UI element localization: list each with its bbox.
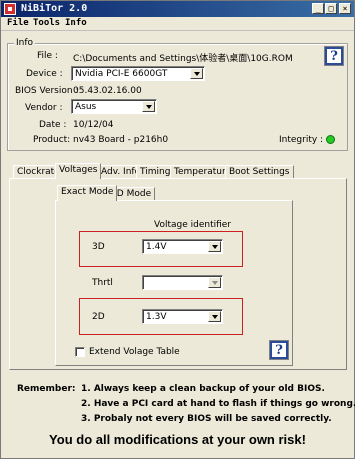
- chevron-down-icon[interactable]: [208, 241, 221, 252]
- voltage-3d-value: 1.4V: [146, 242, 167, 252]
- vendor-label: Vendor :: [25, 103, 63, 113]
- extend-voltage-table-label[interactable]: Extend Volage Table: [89, 347, 180, 357]
- device-select[interactable]: Nvidia PCI-E 6600GT: [71, 66, 205, 81]
- bios-version-value: 05.43.02.16.00: [73, 86, 142, 96]
- maximize-button[interactable]: □: [325, 3, 337, 14]
- voltage-2d-label: 2D: [92, 312, 105, 322]
- menu-info[interactable]: Info: [65, 18, 87, 28]
- voltage-help-button[interactable]: ?: [270, 341, 288, 359]
- voltage-2d-select[interactable]: 1.3V: [142, 309, 223, 324]
- close-button[interactable]: ×: [339, 3, 351, 14]
- date-value: 10/12/04: [73, 120, 114, 130]
- window-title: NiBiTor 2.0: [21, 3, 88, 14]
- subtab-exact-mode[interactable]: Exact Mode: [57, 185, 118, 201]
- tip-2: 2. Have a PCI card at hand to flash if t…: [81, 399, 355, 409]
- app-window: NiBiTor 2.0 _ □ × File Tools Info Info F…: [0, 0, 355, 459]
- menu-tools[interactable]: Tools: [33, 18, 60, 28]
- footer: Remember: 1. Always keep a clean backup …: [1, 372, 355, 458]
- tip-3: 3. Probaly not every BIOS will be saved …: [81, 414, 332, 424]
- risk-warning: You do all modifications at your own ris…: [49, 432, 306, 447]
- vendor-select[interactable]: Asus: [71, 99, 157, 114]
- chevron-down-icon[interactable]: [142, 101, 155, 112]
- device-value: Nvidia PCI-E 6600GT: [75, 69, 168, 79]
- info-legend: Info: [14, 38, 36, 48]
- extend-voltage-table-checkbox[interactable]: [75, 347, 85, 357]
- tip-1: 1. Always keep a clean backup of your ol…: [81, 384, 325, 394]
- product-value: nv43 Board - p216h0: [73, 135, 169, 145]
- voltage-thrtl-label: Thrtl: [92, 278, 113, 288]
- product-label: Product:: [33, 135, 71, 145]
- info-help-button[interactable]: ?: [325, 47, 343, 65]
- vendor-value: Asus: [75, 102, 97, 112]
- file-path: C:\Documents and Settings\体验者\桌面\10G.ROM: [73, 54, 293, 64]
- menu-file[interactable]: File: [7, 18, 29, 28]
- voltage-thrtl-select[interactable]: [142, 275, 223, 290]
- tab-voltages[interactable]: Voltages: [55, 163, 102, 179]
- voltage-2d-value: 1.3V: [146, 312, 167, 322]
- voltage-3d-select[interactable]: 1.4V: [142, 239, 223, 254]
- device-label: Device :: [26, 69, 63, 79]
- minimize-button[interactable]: _: [312, 3, 324, 14]
- chevron-down-icon[interactable]: [208, 277, 221, 288]
- date-label: Date :: [39, 120, 67, 130]
- file-label: File :: [37, 51, 58, 61]
- menu-bar: File Tools Info: [1, 17, 354, 31]
- integrity-status-icon: [326, 135, 335, 144]
- remember-label: Remember:: [17, 384, 76, 394]
- integrity-label: Integrity :: [279, 135, 324, 145]
- chevron-down-icon[interactable]: [208, 311, 221, 322]
- chevron-down-icon[interactable]: [190, 68, 203, 79]
- tab-boot-settings[interactable]: Boot Settings: [225, 165, 294, 179]
- voltage-identifier-header: Voltage identifier: [154, 220, 232, 230]
- voltage-3d-label: 3D: [92, 242, 105, 252]
- title-bar[interactable]: NiBiTor 2.0 _ □ ×: [1, 1, 354, 17]
- app-icon: [4, 3, 16, 15]
- bios-version-label: BIOS Version :: [15, 86, 79, 96]
